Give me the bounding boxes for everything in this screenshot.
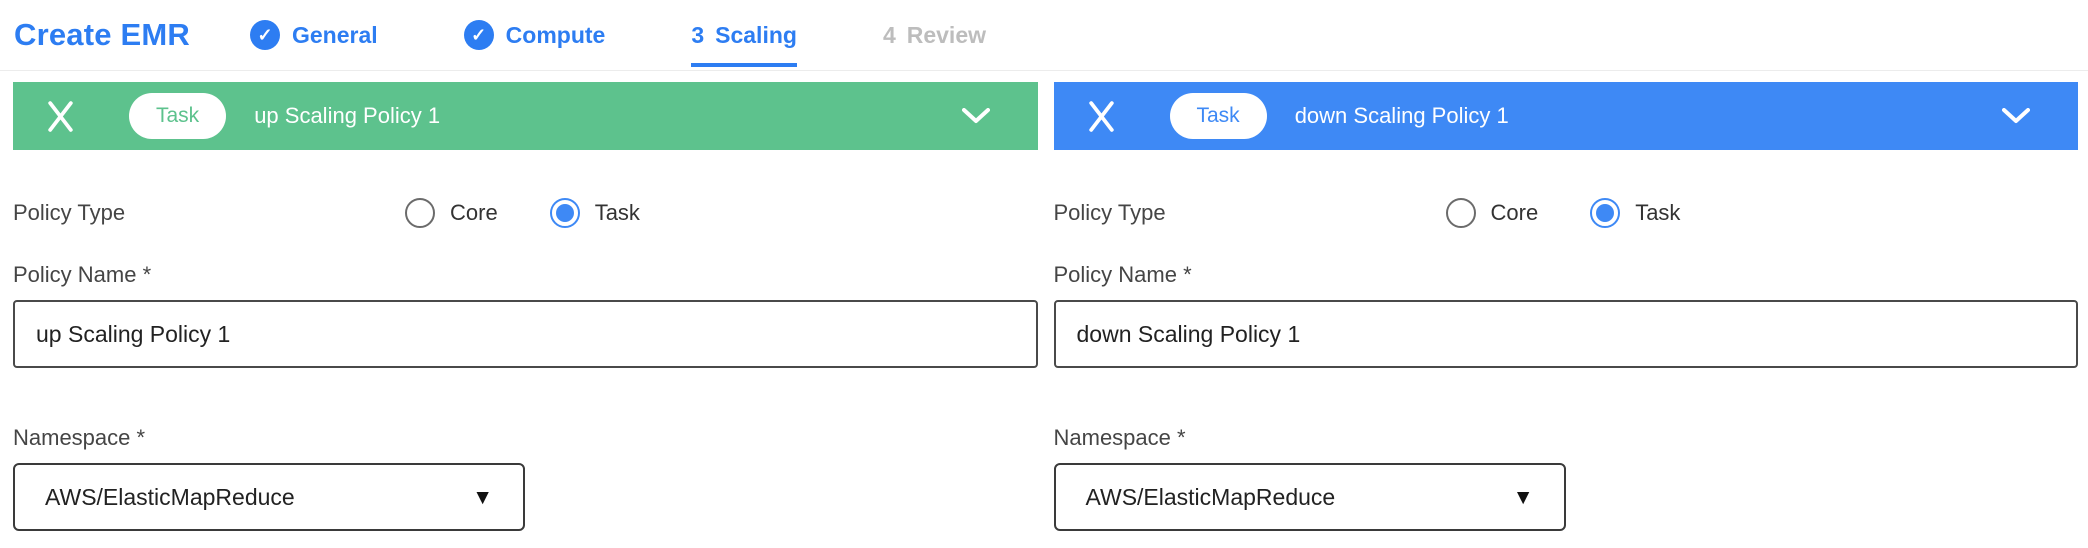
- page-title: Create EMR: [14, 17, 190, 53]
- policy-type-row: Policy Type Core Task: [13, 197, 1038, 229]
- check-circle-icon: ✓: [250, 20, 280, 50]
- radio-label: Task: [1635, 200, 1680, 226]
- radio-core[interactable]: Core: [405, 198, 498, 228]
- policy-name-input[interactable]: [1054, 300, 2079, 368]
- close-icon[interactable]: [45, 101, 76, 132]
- check-circle-icon: ✓: [464, 20, 494, 50]
- namespace-label: Namespace *: [1054, 425, 2079, 451]
- namespace-label: Namespace *: [13, 425, 1038, 451]
- policy-type-label: Policy Type: [13, 200, 405, 226]
- policy-type-badge: Task: [1170, 93, 1267, 139]
- step-number: 4: [883, 22, 896, 49]
- panel-down-scaling-policy: Task down Scaling Policy 1 Policy Type C…: [1054, 82, 2079, 531]
- radio-label: Core: [1491, 200, 1539, 226]
- radio-task[interactable]: Task: [550, 198, 640, 228]
- step-general[interactable]: ✓ General: [250, 18, 378, 52]
- radio-circle-icon: [1446, 198, 1476, 228]
- step-number: 3: [691, 22, 704, 49]
- step-label: Review: [907, 22, 986, 49]
- radio-label: Core: [450, 200, 498, 226]
- chevron-down-icon[interactable]: [2002, 108, 2030, 124]
- policy-type-row: Policy Type Core Task: [1054, 197, 2079, 229]
- step-label: Scaling: [715, 22, 797, 49]
- step-label: Compute: [506, 22, 606, 49]
- policy-header-bar[interactable]: Task up Scaling Policy 1: [13, 82, 1038, 150]
- radio-label: Task: [595, 200, 640, 226]
- namespace-select[interactable]: AWS/ElasticMapReduce ▼: [1054, 463, 1566, 531]
- policy-type-radio-group: Core Task: [405, 198, 692, 228]
- policy-name-input[interactable]: [13, 300, 1038, 368]
- radio-circle-icon: [550, 198, 580, 228]
- step-label: General: [292, 22, 378, 49]
- policy-type-label: Policy Type: [1054, 200, 1446, 226]
- panel-up-scaling-policy: Task up Scaling Policy 1 Policy Type Cor…: [13, 82, 1038, 531]
- policy-header-bar[interactable]: Task down Scaling Policy 1: [1054, 82, 2079, 150]
- radio-circle-icon: [405, 198, 435, 228]
- policy-type-badge: Task: [129, 93, 226, 139]
- close-icon[interactable]: [1086, 101, 1117, 132]
- caret-down-icon: ▼: [472, 487, 493, 508]
- radio-circle-icon: [1590, 198, 1620, 228]
- namespace-select[interactable]: AWS/ElasticMapReduce ▼: [13, 463, 525, 531]
- caret-down-icon: ▼: [1513, 487, 1534, 508]
- radio-core[interactable]: Core: [1446, 198, 1539, 228]
- radio-task[interactable]: Task: [1590, 198, 1680, 228]
- policy-bar-title: up Scaling Policy 1: [254, 103, 440, 129]
- chevron-down-icon[interactable]: [962, 108, 990, 124]
- policy-type-radio-group: Core Task: [1446, 198, 1733, 228]
- policy-name-label: Policy Name *: [13, 262, 1038, 288]
- step-scaling[interactable]: 3 Scaling: [691, 18, 797, 52]
- wizard-header: Create EMR ✓ General ✓ Compute 3 Scaling…: [0, 0, 2088, 71]
- namespace-selected-value: AWS/ElasticMapReduce: [1086, 484, 1336, 511]
- step-compute[interactable]: ✓ Compute: [464, 18, 606, 52]
- step-review[interactable]: 4 Review: [883, 18, 986, 52]
- policy-bar-title: down Scaling Policy 1: [1295, 103, 1509, 129]
- namespace-selected-value: AWS/ElasticMapReduce: [45, 484, 295, 511]
- scaling-policies: Task up Scaling Policy 1 Policy Type Cor…: [0, 71, 2088, 531]
- policy-name-label: Policy Name *: [1054, 262, 2079, 288]
